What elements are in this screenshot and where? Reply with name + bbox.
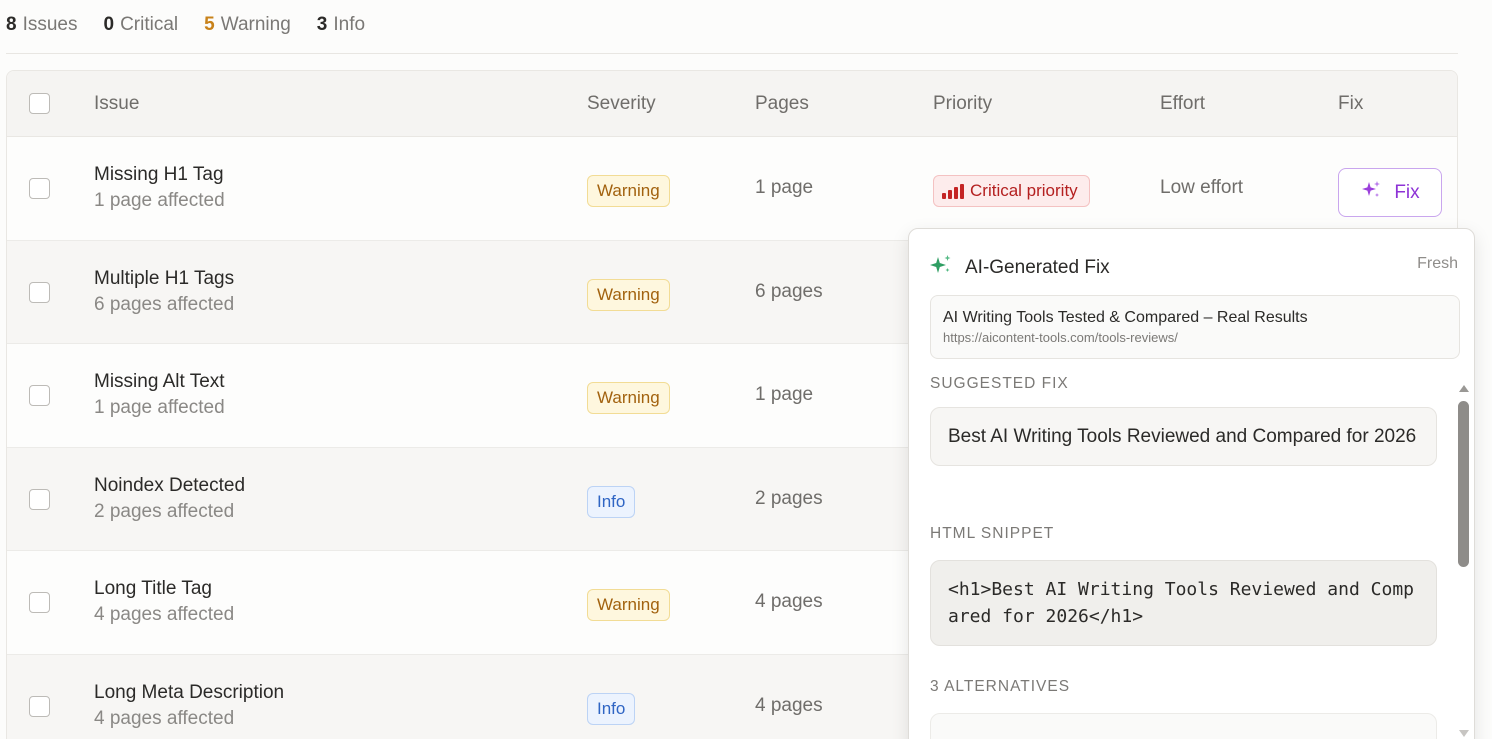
summary-issues: 8 Issues — [6, 14, 78, 36]
issue-cell: Multiple H1 Tags 6 pages affected — [94, 267, 234, 319]
html-snippet-label: HTML Snippet — [930, 525, 1055, 542]
ai-fix-popover: AI-Generated Fix Fresh AI Writing Tools … — [908, 228, 1475, 739]
issue-cell: Missing Alt Text 1 page affected — [94, 370, 225, 422]
summary-divider — [6, 53, 1458, 54]
scroll-up-arrow-icon[interactable] — [1459, 385, 1469, 392]
row-checkbox[interactable] — [29, 695, 50, 717]
scrollbar-thumb[interactable] — [1458, 401, 1469, 567]
issue-cell: Noindex Detected 2 pages affected — [94, 474, 245, 526]
scroll-down-arrow-icon[interactable] — [1459, 730, 1469, 737]
issue-title: Noindex Detected — [94, 474, 246, 496]
row-checkbox[interactable] — [29, 281, 50, 303]
issue-title: Missing H1 Tag — [94, 164, 224, 185]
fix-button-label: Fix — [1394, 181, 1420, 203]
issue-affected: 1 page affected — [94, 190, 225, 211]
pages-count: 4 pages — [755, 591, 823, 613]
severity-badge: Info — [587, 692, 636, 725]
issue-affected: 4 pages affected — [94, 604, 235, 625]
header-issue[interactable]: Issue — [94, 71, 139, 137]
priority-badge: Critical priority — [933, 175, 1090, 207]
issues-count: 8 — [6, 14, 17, 35]
issue-cell: Long Title Tag 4 pages affected — [94, 577, 234, 629]
severity-badge: Warning — [587, 382, 670, 414]
issue-cell: Long Meta Description 4 pages affected — [94, 681, 284, 733]
issue-title: Long Meta Description — [94, 681, 285, 703]
table-header: Issue Severity Pages Priority Effort Fix — [7, 71, 1457, 137]
issue-affected: 6 pages affected — [94, 293, 235, 315]
issue-summary: 8 Issues 0 Critical 5 Warning 3 Info — [6, 12, 365, 38]
summary-info: 3 Info — [317, 14, 365, 36]
html-snippet-code[interactable]: <h1>Best AI Writing Tools Reviewed and C… — [930, 560, 1437, 646]
header-effort[interactable]: Effort — [1160, 71, 1205, 137]
pages-count: 4 pages — [755, 694, 823, 716]
info-count: 3 — [316, 14, 328, 35]
popover-title: AI-Generated Fix — [965, 257, 1110, 278]
pages-count: 1 page — [755, 177, 814, 199]
fix-button[interactable]: Fix — [1338, 168, 1442, 217]
pages-count: 2 pages — [755, 487, 823, 509]
issue-title: Multiple H1 Tags — [94, 267, 235, 289]
table-row[interactable]: Missing H1 Tag 1 page affected Warning 1… — [7, 137, 1457, 241]
issue-affected: 4 pages affected — [94, 707, 235, 729]
row-checkbox[interactable] — [29, 488, 50, 510]
issue-title: Missing Alt Text — [94, 371, 225, 392]
warning-label: Warning — [220, 14, 291, 35]
row-checkbox[interactable] — [29, 178, 50, 199]
header-fix: Fix — [1338, 93, 1364, 114]
critical-count: 0 — [103, 14, 115, 35]
select-all-checkbox[interactable] — [29, 93, 50, 114]
summary-warning: 5 Warning — [204, 14, 291, 36]
popover-scroll-area[interactable]: Suggested Fix Best AI Writing Tools Revi… — [909, 369, 1474, 739]
critical-label: Critical — [120, 14, 179, 35]
alternative-item[interactable] — [930, 713, 1437, 739]
severity-badge: Info — [587, 485, 636, 518]
effort-label: Low effort — [1160, 177, 1244, 199]
header-severity[interactable]: Severity — [587, 71, 656, 137]
sparkles-icon — [929, 253, 953, 283]
issue-affected: 1 page affected — [94, 397, 225, 418]
severity-badge: Warning — [587, 175, 670, 207]
priority-label: Critical priority — [970, 181, 1078, 200]
popover-header: AI-Generated Fix — [929, 253, 1110, 283]
severity-badge: Warning — [587, 278, 670, 311]
signal-bars-icon — [942, 183, 964, 199]
warning-count: 5 — [204, 14, 215, 35]
pages-count: 6 pages — [755, 280, 823, 302]
page-reference-card: AI Writing Tools Tested & Compared – Rea… — [930, 295, 1460, 359]
issue-cell: Missing H1 Tag 1 page affected — [94, 163, 225, 215]
issue-title: Long Title Tag — [94, 578, 212, 599]
issue-affected: 2 pages affected — [94, 500, 235, 522]
freshness-status: Fresh — [1417, 255, 1458, 272]
info-label: Info — [333, 14, 366, 35]
issues-label: Issues — [22, 14, 78, 35]
suggested-fix-label: Suggested Fix — [930, 375, 1069, 392]
popover-scrollbar[interactable] — [1457, 385, 1471, 737]
suggested-fix-text[interactable]: Best AI Writing Tools Reviewed and Compa… — [930, 407, 1437, 466]
page-url[interactable]: https://aicontent-tools.com/tools-review… — [943, 329, 1447, 347]
header-priority[interactable]: Priority — [933, 71, 992, 137]
row-checkbox[interactable] — [29, 385, 50, 406]
row-checkbox[interactable] — [29, 592, 50, 613]
page-title: AI Writing Tools Tested & Compared – Rea… — [943, 309, 1308, 326]
header-pages[interactable]: Pages — [755, 71, 809, 137]
severity-badge: Warning — [587, 589, 670, 621]
alternatives-label: 3 Alternatives — [930, 678, 1071, 695]
pages-count: 1 page — [755, 384, 814, 406]
sparkles-icon — [1360, 179, 1382, 207]
summary-critical: 0 Critical — [104, 14, 179, 36]
